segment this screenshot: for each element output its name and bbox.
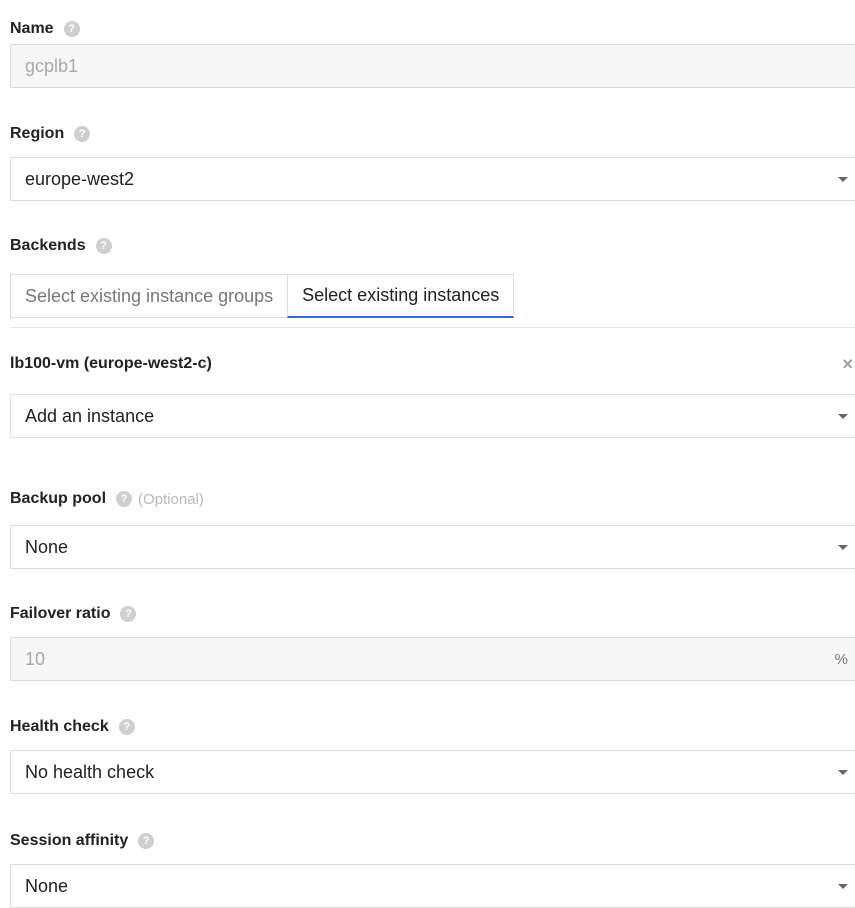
tab-instance-groups[interactable]: Select existing instance groups xyxy=(10,274,288,318)
help-icon[interactable]: ? xyxy=(120,606,137,622)
health-check-select[interactable]: No health check xyxy=(10,750,855,794)
region-value: europe-west2 xyxy=(25,168,135,189)
tab-instances[interactable]: Select existing instances xyxy=(287,274,515,318)
region-label: Region ? xyxy=(10,125,91,143)
chevron-down-icon xyxy=(838,883,848,889)
help-icon[interactable]: ? xyxy=(95,238,112,254)
failover-ratio-value: 10 xyxy=(25,648,46,669)
chevron-down-icon xyxy=(838,176,848,182)
name-label: Name ? xyxy=(10,20,80,38)
percent-suffix: % xyxy=(834,650,848,668)
health-check-value: No health check xyxy=(25,761,155,782)
failover-ratio-field: 10 % xyxy=(10,637,855,681)
add-instance-value: Add an instance xyxy=(25,405,155,426)
close-icon[interactable]: × xyxy=(842,354,853,375)
help-icon[interactable]: ? xyxy=(116,491,133,507)
instance-name: lb100-vm (europe-west2-c) xyxy=(10,355,212,372)
instance-row: lb100-vm (europe-west2-c) × xyxy=(10,352,855,376)
chevron-down-icon xyxy=(838,544,848,550)
help-icon[interactable]: ? xyxy=(118,719,135,735)
divider xyxy=(10,327,855,328)
backends-label: Backends ? xyxy=(10,237,112,255)
session-affinity-select[interactable]: None xyxy=(10,864,855,908)
backends-tabs: Select existing instance groups Select e… xyxy=(10,274,515,320)
help-icon[interactable]: ? xyxy=(63,21,80,37)
session-affinity-label: Session affinity ? xyxy=(10,832,155,850)
optional-hint: (Optional) xyxy=(138,490,204,508)
name-field: gcplb1 xyxy=(10,44,855,88)
backup-pool-label: Backup pool ? (Optional) xyxy=(10,490,204,508)
name-value: gcplb1 xyxy=(25,55,79,76)
region-select[interactable]: europe-west2 xyxy=(10,157,855,201)
chevron-down-icon xyxy=(838,413,848,419)
backup-pool-value: None xyxy=(25,536,69,557)
session-affinity-value: None xyxy=(25,875,69,896)
backup-pool-select[interactable]: None xyxy=(10,525,855,569)
help-icon[interactable]: ? xyxy=(138,833,155,849)
add-instance-select[interactable]: Add an instance xyxy=(10,394,855,438)
chevron-down-icon xyxy=(838,769,848,775)
failover-ratio-label: Failover ratio ? xyxy=(10,605,137,623)
health-check-label: Health check ? xyxy=(10,718,135,736)
help-icon[interactable]: ? xyxy=(74,126,91,142)
